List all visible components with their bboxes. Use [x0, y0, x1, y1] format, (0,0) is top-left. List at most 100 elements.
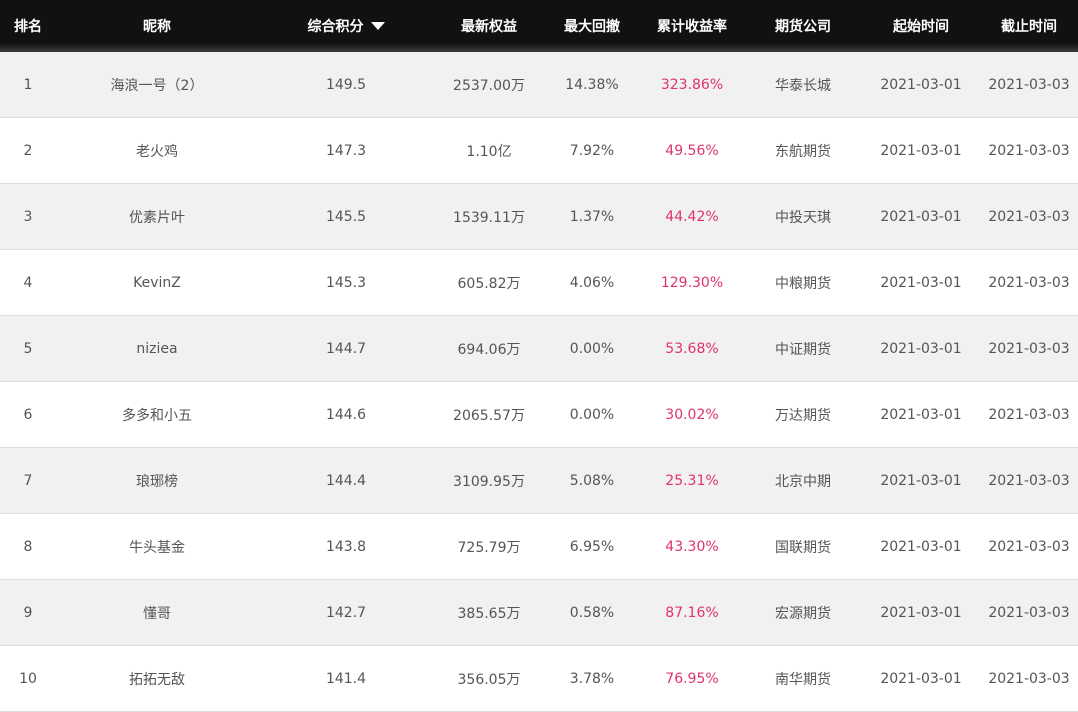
header-company: 期货公司 [775, 19, 831, 35]
name-cell: 拓拓无敌 [129, 671, 185, 688]
end-date-cell: 2021-03-03 [988, 472, 1070, 489]
start-date-cell: 2021-03-01 [880, 142, 962, 159]
company-cell: 中证期货 [775, 341, 831, 358]
end-date-cell: 2021-03-03 [988, 406, 1070, 423]
equity-cell: 1.10亿 [466, 143, 512, 160]
rank-cell: 8 [23, 538, 33, 555]
table-row: 3 优素片叶 145.5 1539.11万 1.37% 44.42% 中投天琪 … [0, 184, 1078, 250]
equity-cell: 356.05万 [457, 671, 521, 688]
rank-cell: 10 [19, 670, 37, 687]
rank-cell: 1 [23, 76, 33, 93]
return-cell: 25.31% [665, 472, 719, 489]
drawdown-cell: 1.37% [569, 208, 615, 225]
header-equity: 最新权益 [461, 19, 517, 35]
name-cell: 懂哥 [143, 605, 171, 622]
company-cell: 国联期货 [775, 539, 831, 556]
rank-cell: 2 [23, 142, 33, 159]
name-cell: 老火鸡 [136, 143, 178, 160]
return-cell: 44.42% [665, 208, 719, 225]
table-row: 8 牛头基金 143.8 725.79万 6.95% 43.30% 国联期货 2… [0, 514, 1078, 580]
score-cell: 143.8 [325, 538, 367, 555]
company-cell: 万达期货 [775, 407, 831, 424]
score-cell: 149.5 [325, 76, 367, 93]
end-date-cell: 2021-03-03 [988, 76, 1070, 93]
name-cell: 多多和小五 [122, 407, 192, 424]
header-score-label: 综合积分 [307, 19, 364, 35]
rank-cell: 5 [23, 340, 33, 357]
table-row: 10 拓拓无敌 141.4 356.05万 3.78% 76.95% 南华期货 … [0, 646, 1078, 712]
name-cell: KevinZ [133, 274, 181, 291]
table-row: 6 多多和小五 144.6 2065.57万 0.00% 30.02% 万达期货… [0, 382, 1078, 448]
table-row: 1 海浪一号（2） 149.5 2537.00万 14.38% 323.86% … [0, 52, 1078, 118]
return-cell: 53.68% [665, 340, 719, 357]
end-date-cell: 2021-03-03 [988, 538, 1070, 555]
drawdown-cell: 3.78% [569, 670, 615, 687]
score-cell: 145.5 [325, 208, 367, 225]
ranking-table: 排名 昵称 综合积分 最新权益 最大回撤 累计收益率 期货公司 起始时间 截止时… [0, 0, 1078, 712]
table-row: 4 KevinZ 145.3 605.82万 4.06% 129.30% 中粮期… [0, 250, 1078, 316]
score-cell: 144.7 [325, 340, 367, 357]
table-row: 2 老火鸡 147.3 1.10亿 7.92% 49.56% 东航期货 2021… [0, 118, 1078, 184]
name-cell: 优素片叶 [129, 209, 185, 226]
header-drawdown: 最大回撤 [564, 19, 620, 35]
company-cell: 北京中期 [775, 473, 831, 490]
name-cell: 琅琊榜 [136, 473, 178, 490]
end-date-cell: 2021-03-03 [988, 604, 1070, 621]
start-date-cell: 2021-03-01 [880, 274, 962, 291]
header-end: 截止时间 [1001, 19, 1057, 35]
equity-cell: 3109.95万 [453, 473, 525, 490]
end-date-cell: 2021-03-03 [988, 274, 1070, 291]
name-cell: niziea [136, 340, 178, 357]
start-date-cell: 2021-03-01 [880, 76, 962, 93]
table-row: 7 琅琊榜 144.4 3109.95万 5.08% 25.31% 北京中期 2… [0, 448, 1078, 514]
start-date-cell: 2021-03-01 [880, 670, 962, 687]
equity-cell: 725.79万 [457, 539, 521, 556]
end-date-cell: 2021-03-03 [988, 142, 1070, 159]
drawdown-cell: 7.92% [569, 142, 615, 159]
drawdown-cell: 0.00% [569, 406, 615, 423]
equity-cell: 2537.00万 [453, 77, 525, 94]
start-date-cell: 2021-03-01 [880, 340, 962, 357]
rank-cell: 4 [23, 274, 33, 291]
header-score-sort[interactable]: 综合积分 [258, 16, 434, 36]
return-cell: 49.56% [665, 142, 719, 159]
score-cell: 145.3 [325, 274, 367, 291]
drawdown-cell: 6.95% [569, 538, 615, 555]
start-date-cell: 2021-03-01 [880, 208, 962, 225]
equity-cell: 1539.11万 [453, 209, 525, 226]
drawdown-cell: 0.00% [569, 340, 615, 357]
start-date-cell: 2021-03-01 [880, 472, 962, 489]
return-cell: 43.30% [665, 538, 719, 555]
header-name: 昵称 [143, 19, 171, 35]
start-date-cell: 2021-03-01 [880, 604, 962, 621]
rank-cell: 3 [23, 208, 33, 225]
company-cell: 中投天琪 [775, 209, 831, 226]
equity-cell: 2065.57万 [453, 407, 525, 424]
rank-cell: 6 [23, 406, 33, 423]
company-cell: 东航期货 [775, 143, 831, 160]
score-cell: 142.7 [325, 604, 367, 621]
return-cell: 129.30% [660, 274, 724, 291]
header-rank: 排名 [14, 19, 42, 35]
equity-cell: 385.65万 [457, 605, 521, 622]
end-date-cell: 2021-03-03 [988, 208, 1070, 225]
company-cell: 宏源期货 [775, 605, 831, 622]
return-cell: 323.86% [660, 76, 724, 93]
company-cell: 华泰长城 [775, 77, 831, 94]
name-cell: 海浪一号（2） [110, 77, 204, 94]
table-header: 排名 昵称 综合积分 最新权益 最大回撤 累计收益率 期货公司 起始时间 截止时… [0, 0, 1078, 52]
start-date-cell: 2021-03-01 [880, 538, 962, 555]
drawdown-cell: 0.58% [569, 604, 615, 621]
drawdown-cell: 14.38% [565, 76, 619, 93]
name-cell: 牛头基金 [129, 539, 185, 556]
table-row: 9 懂哥 142.7 385.65万 0.58% 87.16% 宏源期货 202… [0, 580, 1078, 646]
rank-cell: 7 [23, 472, 33, 489]
caret-down-icon[interactable] [370, 22, 385, 30]
equity-cell: 605.82万 [457, 275, 521, 292]
score-cell: 141.4 [325, 670, 367, 687]
return-cell: 87.16% [665, 604, 719, 621]
start-date-cell: 2021-03-01 [880, 406, 962, 423]
drawdown-cell: 5.08% [569, 472, 615, 489]
company-cell: 中粮期货 [775, 275, 831, 292]
score-cell: 144.4 [325, 472, 367, 489]
